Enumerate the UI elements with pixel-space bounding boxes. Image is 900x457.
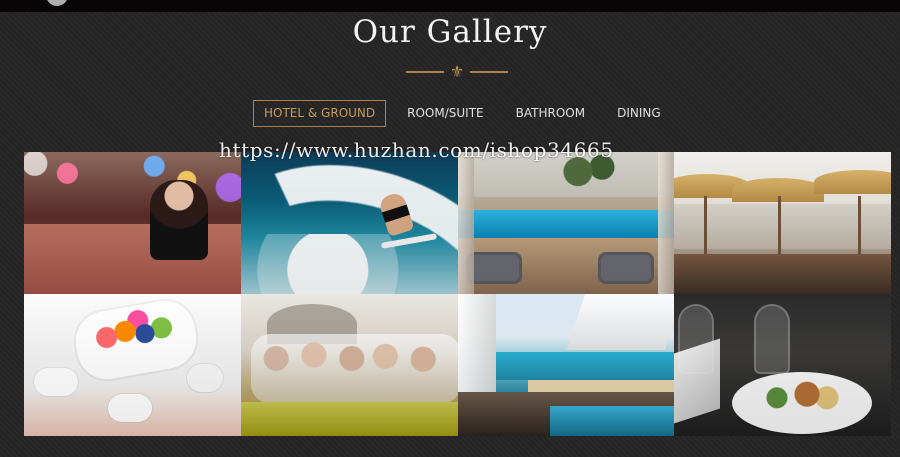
- gallery-item-hotel-pool[interactable]: [458, 152, 674, 294]
- ornament-line-right: [470, 71, 508, 73]
- tab-dining[interactable]: DINING: [601, 100, 677, 127]
- page-title: Our Gallery: [352, 14, 548, 50]
- gallery-item-fine-dining[interactable]: [674, 294, 891, 436]
- curtain-left: [458, 152, 474, 294]
- lounge-chair-left: [466, 252, 522, 284]
- dining-deck: [674, 254, 891, 294]
- title-ornament-divider: ⚜: [406, 63, 508, 81]
- umbrella-right: [814, 170, 891, 194]
- bowl-left: [34, 368, 78, 396]
- gallery-item-concert[interactable]: [24, 152, 241, 294]
- gallery-item-friends-picnic[interactable]: [241, 294, 458, 436]
- lounge-chair-right: [598, 252, 654, 284]
- watermark-url-text: https://www.huzhan.com/ishop34665: [219, 138, 614, 162]
- singer-shape: [150, 180, 208, 260]
- ocean-horizon: [496, 352, 674, 380]
- pool-water: [458, 210, 674, 238]
- curtain-right: [658, 152, 674, 294]
- bowl-bottom: [108, 394, 152, 422]
- top-navigation-bar: [0, 0, 900, 12]
- wine-glass-right: [754, 304, 790, 374]
- gallery-grid: [24, 152, 891, 436]
- infinity-pool: [550, 406, 674, 436]
- curtain-top: [566, 294, 674, 350]
- tab-hotel-ground[interactable]: HOTEL & GROUND: [253, 100, 387, 127]
- gallery-item-fruit-breakfast[interactable]: [24, 294, 241, 436]
- napkin-shape: [674, 338, 720, 424]
- sea-spray-shape: [241, 234, 458, 294]
- tab-room-suite[interactable]: ROOM/SUITE: [391, 100, 499, 127]
- crowd-shape: [24, 224, 241, 294]
- fleur-de-lis-icon: ⚜: [449, 62, 465, 81]
- site-logo-mark[interactable]: [46, 0, 68, 6]
- gallery-item-surfer[interactable]: [241, 152, 458, 294]
- friends-group-shape: [251, 334, 458, 404]
- teapot-shape: [187, 364, 223, 392]
- plated-food: [752, 378, 852, 414]
- grass-area: [241, 402, 458, 436]
- gallery-item-ocean-villa[interactable]: [458, 294, 674, 436]
- tab-bathroom[interactable]: BATHROOM: [500, 100, 601, 127]
- ornament-line-left: [406, 71, 444, 73]
- gallery-item-beach-dining[interactable]: [674, 152, 891, 294]
- gallery-filter-tabs: HOTEL & GROUND ROOM/SUITE BATHROOM DININ…: [253, 100, 677, 127]
